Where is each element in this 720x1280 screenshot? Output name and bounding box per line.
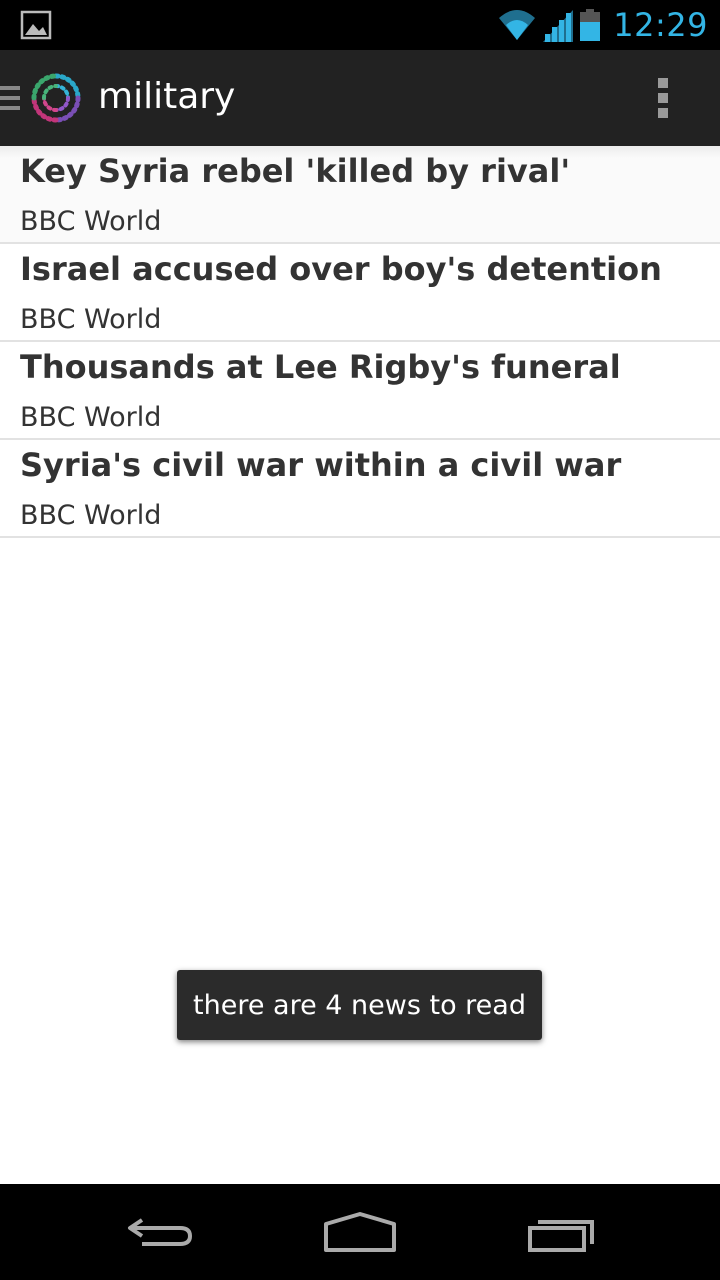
news-title: Syria's civil war within a civil war (20, 446, 622, 484)
news-source: BBC World (20, 206, 162, 237)
status-icons: 12:29 (497, 0, 708, 50)
news-list: Key Syria rebel 'killed by rival' BBC Wo… (0, 146, 720, 538)
toast: there are 4 news to read (177, 970, 542, 1040)
news-source: BBC World (20, 304, 162, 335)
recent-apps-icon[interactable] (522, 1204, 602, 1260)
back-icon[interactable] (120, 1204, 200, 1260)
navigation-bar (0, 1184, 720, 1280)
app-logo-icon[interactable] (26, 68, 86, 128)
news-title: Key Syria rebel 'killed by rival' (20, 152, 571, 190)
news-item[interactable]: Syria's civil war within a civil war BBC… (0, 440, 720, 538)
action-bar-title: military (98, 76, 236, 117)
news-source: BBC World (20, 402, 162, 433)
news-item[interactable]: Key Syria rebel 'killed by rival' BBC Wo… (0, 146, 720, 244)
overflow-menu-icon[interactable] (646, 76, 680, 120)
action-bar: military (0, 50, 720, 147)
status-time: 12:29 (613, 6, 708, 44)
news-title: Thousands at Lee Rigby's funeral (20, 348, 621, 386)
drawer-indicator-icon[interactable] (0, 84, 22, 112)
news-title: Israel accused over boy's detention (20, 250, 662, 288)
toast-message: there are 4 news to read (193, 989, 526, 1021)
status-bar: 12:29 (0, 0, 720, 50)
battery-icon (580, 9, 601, 41)
news-source: BBC World (20, 500, 162, 531)
news-item[interactable]: Thousands at Lee Rigby's funeral BBC Wor… (0, 342, 720, 440)
news-item[interactable]: Israel accused over boy's detention BBC … (0, 244, 720, 342)
screen: 12:29 military Key Syria rebel 'killed b… (0, 0, 720, 1280)
wifi-icon (499, 10, 536, 40)
home-icon[interactable] (320, 1204, 400, 1260)
image-notification-icon (20, 10, 52, 40)
signal-icon (543, 10, 574, 42)
